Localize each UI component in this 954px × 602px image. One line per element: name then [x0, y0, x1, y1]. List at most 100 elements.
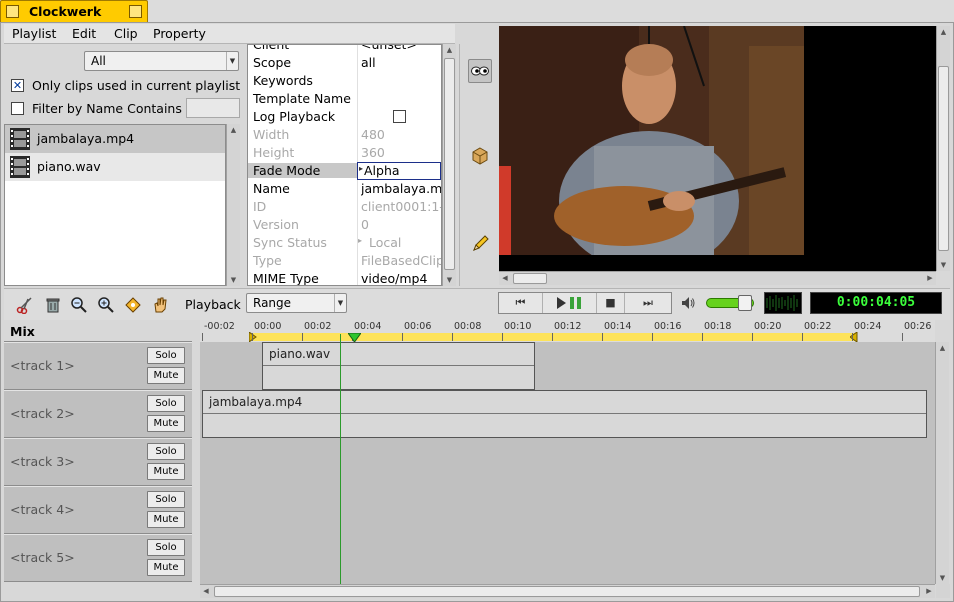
expand-arrow-icon[interactable]: ▸: [359, 164, 363, 173]
playhead-handle-icon[interactable]: [348, 333, 361, 342]
filter-name-input[interactable]: [186, 98, 240, 118]
speaker-icon[interactable]: [680, 295, 696, 311]
solo-button[interactable]: Solo: [147, 491, 185, 508]
track-header[interactable]: <track 1> Solo Mute: [4, 342, 192, 390]
scroll-thumb[interactable]: [938, 66, 949, 251]
property-row[interactable]: Fade Mode Alpha ▸: [248, 162, 441, 180]
video-vscrollbar[interactable]: ▲ ▼: [936, 26, 950, 271]
property-row[interactable]: Keywords: [248, 72, 441, 90]
scroll-thumb[interactable]: [444, 58, 455, 270]
scroll-down-icon[interactable]: ▼: [227, 274, 240, 286]
hand-icon[interactable]: [151, 296, 169, 314]
window-title-tab[interactable]: Clockwerk: [0, 0, 148, 22]
close-icon[interactable]: [6, 5, 19, 18]
scroll-down-icon[interactable]: ▼: [937, 259, 950, 271]
scroll-thumb[interactable]: [513, 273, 547, 284]
timeline-hscrollbar[interactable]: ◀ ▶: [200, 584, 935, 598]
mute-button[interactable]: Mute: [147, 415, 185, 432]
menu-property[interactable]: Property: [153, 26, 206, 41]
scroll-up-icon[interactable]: ▲: [227, 124, 240, 136]
properties-table[interactable]: Client <unset> Scope all Keywords Template Na…: [247, 44, 442, 286]
menu-clip[interactable]: Clip: [114, 26, 138, 41]
scroll-thumb[interactable]: [214, 586, 920, 597]
solo-button[interactable]: Solo: [147, 395, 185, 412]
scroll-left-icon[interactable]: ◀: [499, 272, 511, 285]
log-playback-checkbox[interactable]: [393, 110, 406, 123]
property-value[interactable]: Alpha: [357, 162, 441, 180]
property-row[interactable]: ID client0001:1-: [248, 198, 441, 216]
property-row[interactable]: Scope all: [248, 54, 441, 72]
box-tool-button[interactable]: [470, 146, 494, 170]
skip-end-button[interactable]: ⏭: [625, 293, 671, 313]
view-tool-button[interactable]: [468, 59, 492, 83]
property-value[interactable]: <unset>: [361, 45, 441, 52]
play-pause-button[interactable]: [543, 293, 597, 313]
scroll-down-icon[interactable]: ▼: [936, 572, 949, 584]
timeline-vscrollbar[interactable]: ▲ ▼: [935, 342, 949, 584]
only-used-checkbox[interactable]: ✕: [11, 79, 24, 92]
timeline-area[interactable]: piano.wav jambalaya.mp4: [200, 342, 935, 584]
property-row[interactable]: Sync Status Local ▸: [248, 234, 441, 252]
range-start-marker-icon[interactable]: [249, 332, 257, 342]
playhead[interactable]: [340, 334, 341, 584]
zoom-out-icon[interactable]: [70, 296, 88, 314]
skip-start-icon: ⏮: [515, 296, 526, 309]
track-header[interactable]: <track 3> Solo Mute: [4, 438, 192, 486]
property-row[interactable]: Type FileBasedClip: [248, 252, 441, 270]
list-item[interactable]: jambalaya.mp4: [5, 125, 225, 153]
property-value[interactable]: jambalaya.mp4: [361, 181, 441, 196]
playback-range-band[interactable]: [252, 333, 855, 341]
scroll-up-icon[interactable]: ▲: [443, 44, 456, 56]
expand-arrow-icon[interactable]: ▸: [358, 236, 362, 245]
property-row[interactable]: MIME Type video/mp4: [248, 270, 441, 285]
file-list[interactable]: jambalaya.mp4 piano.wav: [4, 124, 226, 286]
property-row[interactable]: Height 360: [248, 144, 441, 162]
mute-button[interactable]: Mute: [147, 367, 185, 384]
scissors-icon[interactable]: [16, 296, 34, 314]
video-hscrollbar[interactable]: ◀ ▶: [499, 271, 936, 285]
mute-button[interactable]: Mute: [147, 511, 185, 528]
track-header[interactable]: <track 4> Solo Mute: [4, 486, 192, 534]
scroll-up-icon[interactable]: ▲: [937, 26, 950, 38]
scroll-up-icon[interactable]: ▲: [936, 342, 949, 354]
scroll-left-icon[interactable]: ◀: [200, 585, 212, 598]
mute-button[interactable]: Mute: [147, 559, 185, 576]
playback-mode-dropdown[interactable]: Range ▼: [246, 293, 347, 313]
mute-button[interactable]: Mute: [147, 463, 185, 480]
snap-icon[interactable]: [124, 296, 142, 314]
timeline-clip[interactable]: piano.wav: [262, 342, 535, 390]
zoom-icon[interactable]: [129, 5, 142, 18]
list-item[interactable]: piano.wav: [5, 153, 225, 181]
solo-button[interactable]: Solo: [147, 347, 185, 364]
menu-playlist[interactable]: Playlist: [12, 26, 56, 41]
property-row[interactable]: Version 0: [248, 216, 441, 234]
scroll-right-icon[interactable]: ▶: [924, 272, 936, 285]
volume-slider-handle[interactable]: [738, 295, 752, 311]
zoom-in-icon[interactable]: [97, 296, 115, 314]
property-row[interactable]: Template Name: [248, 90, 441, 108]
video-preview[interactable]: [499, 26, 936, 271]
property-row[interactable]: Name jambalaya.mp4: [248, 180, 441, 198]
track-header[interactable]: <track 2> Solo Mute: [4, 390, 192, 438]
property-row[interactable]: Width 480: [248, 126, 441, 144]
property-row[interactable]: Log Playback: [248, 108, 441, 126]
solo-button[interactable]: Solo: [147, 539, 185, 556]
pencil-tool-button[interactable]: [470, 234, 494, 258]
stop-button[interactable]: ■: [597, 293, 625, 313]
track-header[interactable]: <track 5> Solo Mute: [4, 534, 192, 582]
property-row[interactable]: Client <unset>: [248, 45, 441, 54]
trash-icon[interactable]: [44, 296, 62, 314]
clip-name: jambalaya.mp4: [209, 395, 303, 409]
timeline-clip[interactable]: jambalaya.mp4: [202, 390, 927, 438]
filter-name-checkbox[interactable]: [11, 102, 24, 115]
skip-start-button[interactable]: ⏮: [499, 293, 543, 313]
scroll-down-icon[interactable]: ▼: [443, 274, 456, 286]
library-filter-dropdown[interactable]: All ▼: [84, 51, 239, 71]
property-value[interactable]: all: [361, 55, 441, 70]
menu-edit[interactable]: Edit: [72, 26, 96, 41]
property-value[interactable]: video/mp4: [361, 271, 441, 285]
file-list-scrollbar[interactable]: ▲ ▼: [226, 124, 240, 286]
scroll-right-icon[interactable]: ▶: [923, 585, 935, 598]
solo-button[interactable]: Solo: [147, 443, 185, 460]
properties-scrollbar[interactable]: ▲ ▼: [442, 44, 456, 286]
